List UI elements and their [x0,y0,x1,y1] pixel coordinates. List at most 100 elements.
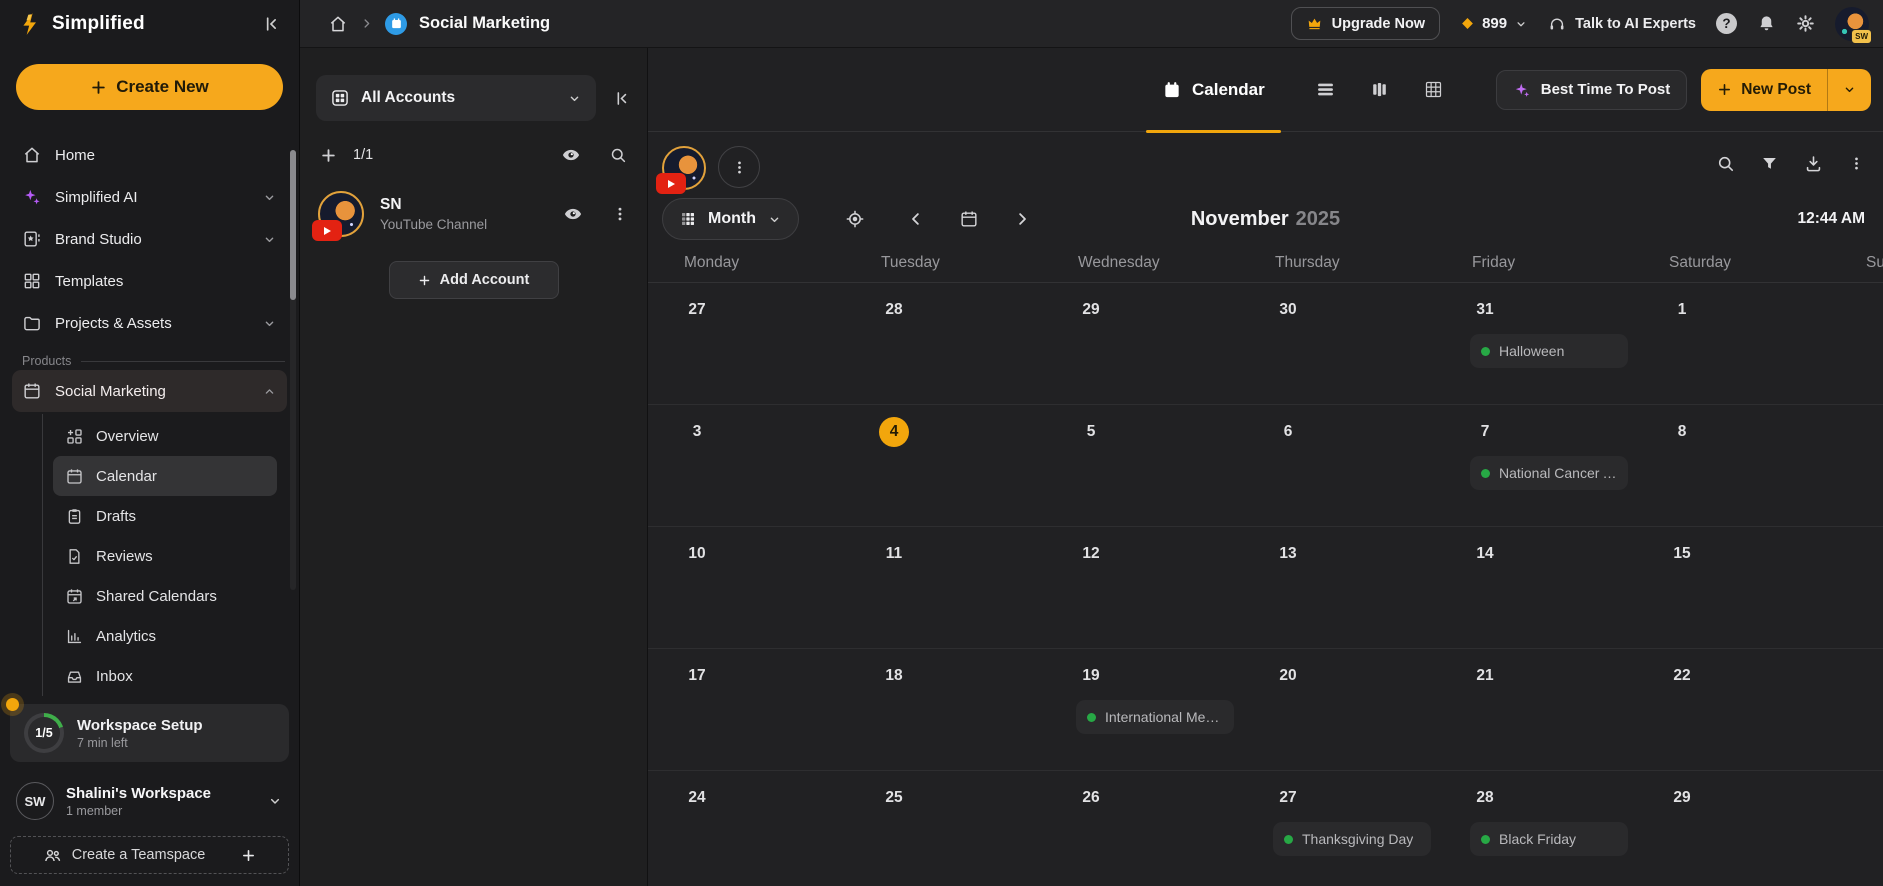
home-icon[interactable] [328,14,348,34]
calendar-day-cell[interactable]: 29 [1042,283,1239,405]
user-avatar[interactable]: SW [1835,7,1869,41]
calendar-day-cell[interactable]: 11 [845,527,1042,649]
view-mode-dropdown[interactable]: Month [662,198,799,240]
add-account-button[interactable]: Add Account [389,261,559,299]
toggle-visibility-eye-icon[interactable] [561,145,581,165]
create-new-button[interactable]: Create New [16,64,283,110]
selected-channel-avatar[interactable] [662,146,706,190]
view-mode-label: Month [708,210,756,228]
new-post-split-button[interactable]: New Post [1701,69,1871,111]
calendar-day-cell[interactable]: 25 [845,771,1042,886]
sidebar-item-brand-studio[interactable]: Brand Studio [12,218,287,260]
calendar-day-cell[interactable]: 30 [1239,283,1436,405]
tab-calendar[interactable]: Calendar [1152,48,1275,132]
sidebar-item-simplified-ai[interactable]: Simplified AI [12,176,287,218]
channel-more-kebab-icon[interactable] [718,146,760,188]
calendar-day-cell[interactable]: 29 [1633,771,1830,886]
add-account-plus-icon[interactable] [320,147,337,164]
calendar-day-cell[interactable]: 5 [1042,405,1239,527]
scrollbar-thumb[interactable] [290,150,296,300]
sidebar-item-reviews[interactable]: Reviews [53,536,277,576]
sidebar-item-drafts[interactable]: Drafts [53,496,277,536]
prev-month-icon[interactable] [907,210,925,228]
sidebar-item-templates[interactable]: Templates [12,260,287,302]
upgrade-now-button[interactable]: Upgrade Now [1291,7,1440,40]
calendar-day-cell[interactable]: 8 [1633,405,1830,527]
download-icon[interactable] [1804,154,1823,173]
calendar-event[interactable]: Thanksgiving Day [1273,822,1431,856]
date-picker-calendar-icon[interactable] [959,209,979,229]
calendar-day-cell[interactable] [1830,405,1883,527]
more-kebab-icon[interactable] [1848,155,1865,172]
calendar-day-cell[interactable]: 1 [1633,283,1830,405]
calendar-day-cell[interactable]: 24 [648,771,845,886]
calendar-event[interactable]: International Men's… [1076,700,1234,734]
calendar-day-cell[interactable]: 13 [1239,527,1436,649]
sidebar-item-shared-calendars[interactable]: Shared Calendars [53,576,277,616]
calendar-day-cell[interactable]: 15 [1633,527,1830,649]
calendar-day-cell[interactable]: 20 [1239,649,1436,771]
board-view-icon[interactable] [1369,79,1390,100]
list-view-icon[interactable] [1315,79,1336,100]
sidebar-item-analytics[interactable]: Analytics [53,616,277,656]
calendar-day-cell[interactable]: 27 Thanksgiving Day [1239,771,1436,886]
new-post-button[interactable]: New Post [1701,69,1827,111]
sidebar-collapse-icon[interactable] [261,14,281,34]
calendar-day-cell[interactable] [1830,283,1883,405]
calendar-event[interactable]: National Cancer Aw… [1470,456,1628,490]
calendar-day-cell[interactable]: 14 [1436,527,1633,649]
credits-menu[interactable]: 899 [1460,15,1528,32]
calendar-day-cell[interactable]: 28 Black Friday [1436,771,1633,886]
day-number: 28 [1470,783,1500,813]
next-month-icon[interactable] [1013,210,1031,228]
sidebar-item-home[interactable]: Home [12,134,287,176]
calendar-day-cell[interactable]: 18 [845,649,1042,771]
panel-collapse-icon[interactable] [612,89,631,108]
calendar-day-cell[interactable]: 6 [1239,405,1436,527]
calendar-day-cell[interactable]: 26 [1042,771,1239,886]
calendar-day-cell[interactable]: 12 [1042,527,1239,649]
workspace-switcher[interactable]: SW Shalini's Workspace 1 member [10,776,289,826]
today-locate-icon[interactable] [845,209,865,229]
sidebar-item-projects-assets[interactable]: Projects & Assets [12,302,287,344]
sidebar-item-calendar[interactable]: Calendar [53,456,277,496]
workspace-setup-card[interactable]: 1/5 Workspace Setup 7 min left [10,704,289,762]
calendar-icon [22,381,42,401]
calendar-event[interactable]: Halloween [1470,334,1628,368]
talk-to-ai-experts-button[interactable]: Talk to AI Experts [1548,15,1696,33]
filter-icon[interactable] [1760,154,1779,173]
account-more-kebab-icon[interactable] [611,205,629,223]
notifications-bell-icon[interactable] [1757,14,1776,33]
grid-view-icon[interactable] [1423,79,1444,100]
calendar-event[interactable]: Black Friday [1470,822,1628,856]
calendar-day-cell[interactable]: 19 International Men's… [1042,649,1239,771]
account-row[interactable]: SN YouTube Channel [316,191,631,237]
calendar-day-cell[interactable] [1830,527,1883,649]
help-button[interactable]: ? [1716,13,1737,34]
sidebar-item-social-marketing[interactable]: Social Marketing [12,370,287,412]
calendar-day-cell[interactable]: 27 [648,283,845,405]
calendar-day-cell[interactable]: 4 [845,405,1042,527]
create-teamspace-button[interactable]: Create a Teamspace [10,836,289,874]
app-logo[interactable]: Simplified [18,11,145,37]
account-visibility-eye-icon[interactable] [563,204,583,224]
search-accounts-icon[interactable] [609,146,627,164]
calendar-day-cell[interactable]: 10 [648,527,845,649]
best-time-to-post-button[interactable]: Best Time To Post [1496,70,1687,110]
calendar-day-cell[interactable]: 21 [1436,649,1633,771]
calendar-day-cell[interactable]: 31 Halloween [1436,283,1633,405]
calendar-day-cell[interactable]: 28 [845,283,1042,405]
calendar-day-cell[interactable] [1830,649,1883,771]
sidebar-item-inbox[interactable]: Inbox [53,656,277,696]
calendar-day-cell[interactable]: 3 [648,405,845,527]
calendar-day-cell[interactable]: 22 [1633,649,1830,771]
settings-gear-icon[interactable] [1796,14,1815,33]
sidebar-scrollbar[interactable] [290,150,296,590]
calendar-day-cell[interactable] [1830,771,1883,886]
search-posts-icon[interactable] [1716,154,1735,173]
all-accounts-dropdown[interactable]: All Accounts [316,75,596,121]
sidebar-item-overview[interactable]: Overview [53,416,277,456]
calendar-day-cell[interactable]: 7 National Cancer Aw… [1436,405,1633,527]
new-post-dropdown-button[interactable] [1827,69,1871,111]
calendar-day-cell[interactable]: 17 [648,649,845,771]
